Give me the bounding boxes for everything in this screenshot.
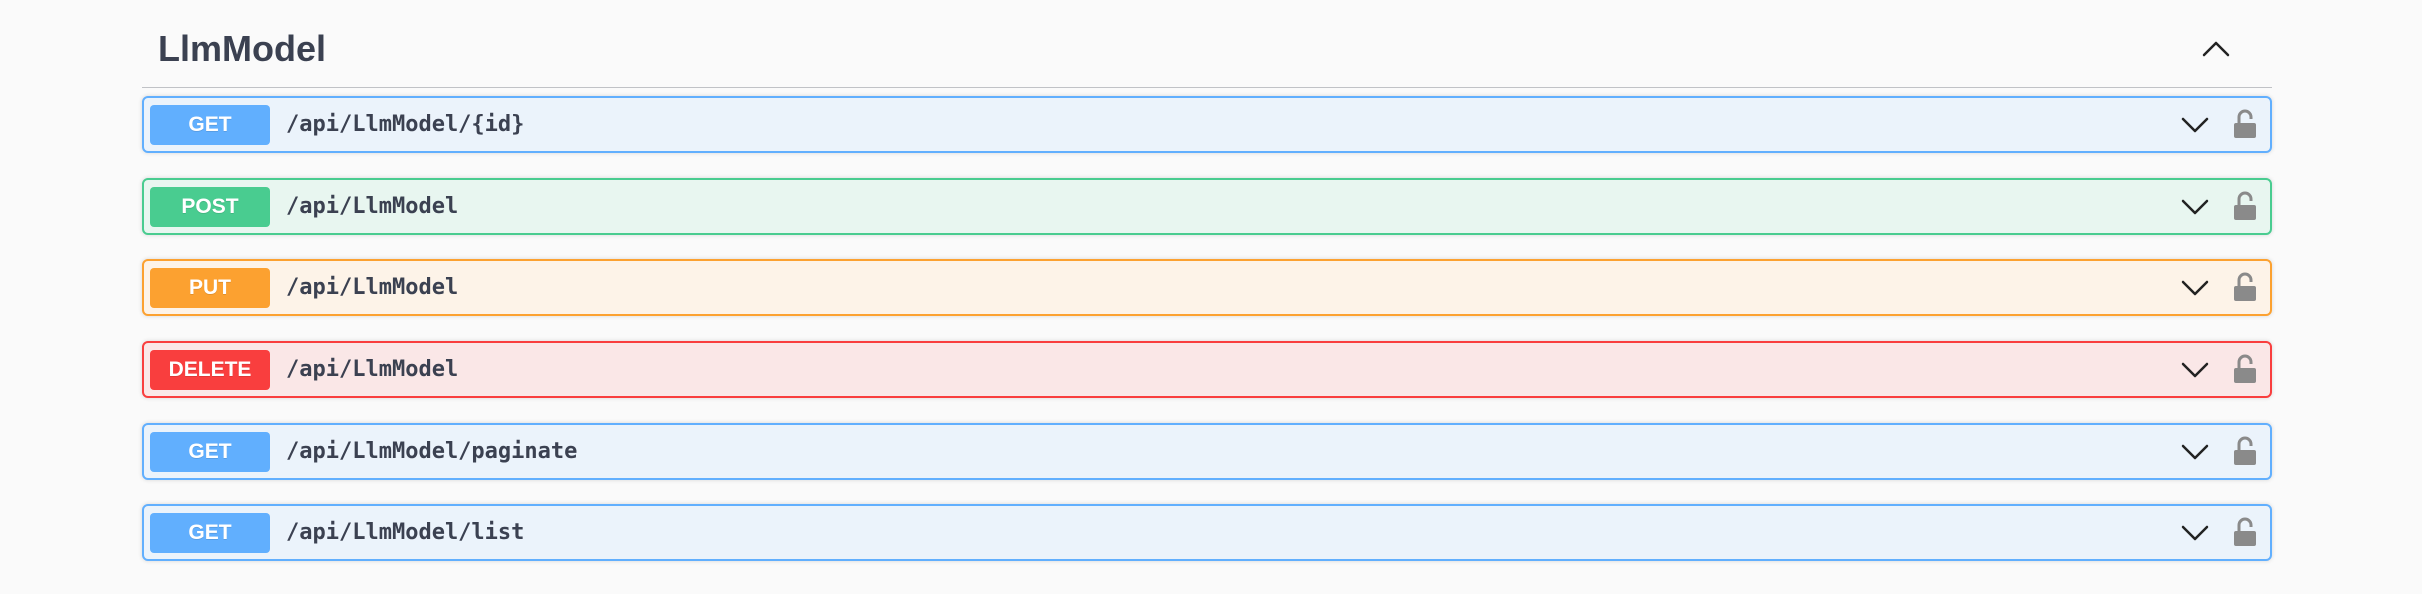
lock-icon[interactable] (2232, 271, 2258, 303)
operation-get-llmmodel-list[interactable]: GET /api/LlmModel/list (142, 504, 2272, 562)
operation-path: /api/LlmModel/paginate (286, 438, 578, 464)
operation-path: /api/LlmModel (286, 357, 459, 383)
operation-put-llmmodel[interactable]: PUT /api/LlmModel (142, 259, 2272, 317)
method-badge: GET (150, 105, 270, 145)
operation-post-llmmodel[interactable]: POST /api/LlmModel (142, 177, 2272, 235)
chevron-down-icon[interactable] (2180, 357, 2210, 383)
lock-icon[interactable] (2232, 108, 2258, 140)
method-badge: PUT (150, 268, 270, 309)
lock-icon[interactable] (2232, 190, 2258, 222)
operations-list: GET /api/LlmModel/{id} POST /api/LlmMode… (142, 96, 2272, 586)
operation-path: /api/LlmModel (286, 193, 459, 219)
operation-get-llmmodel-by-id[interactable]: GET /api/LlmModel/{id} (142, 96, 2272, 153)
operation-delete-llmmodel[interactable]: DELETE /api/LlmModel (142, 341, 2272, 399)
operation-path: /api/LlmModel (286, 275, 459, 301)
lock-icon[interactable] (2232, 516, 2258, 548)
chevron-up-icon[interactable] (2198, 34, 2234, 62)
method-badge: GET (150, 513, 270, 554)
section-title: LlmModel (158, 28, 326, 69)
operation-path: /api/LlmModel/list (286, 520, 525, 546)
operation-get-llmmodel-paginate[interactable]: GET /api/LlmModel/paginate (142, 422, 2272, 480)
chevron-down-icon[interactable] (2180, 194, 2210, 220)
method-badge: GET (150, 431, 270, 472)
api-section: LlmModel GET /api/LlmModel/{id} POST /ap… (142, 0, 2272, 562)
method-badge: DELETE (150, 350, 270, 391)
chevron-down-icon[interactable] (2180, 112, 2210, 138)
lock-icon[interactable] (2232, 353, 2258, 385)
method-badge: POST (150, 186, 270, 227)
chevron-down-icon[interactable] (2180, 520, 2210, 546)
operation-path: /api/LlmModel/{id} (286, 112, 525, 137)
chevron-down-icon[interactable] (2180, 439, 2210, 465)
lock-icon[interactable] (2232, 435, 2258, 467)
section-header[interactable]: LlmModel (142, 0, 2272, 88)
chevron-down-icon[interactable] (2180, 275, 2210, 301)
